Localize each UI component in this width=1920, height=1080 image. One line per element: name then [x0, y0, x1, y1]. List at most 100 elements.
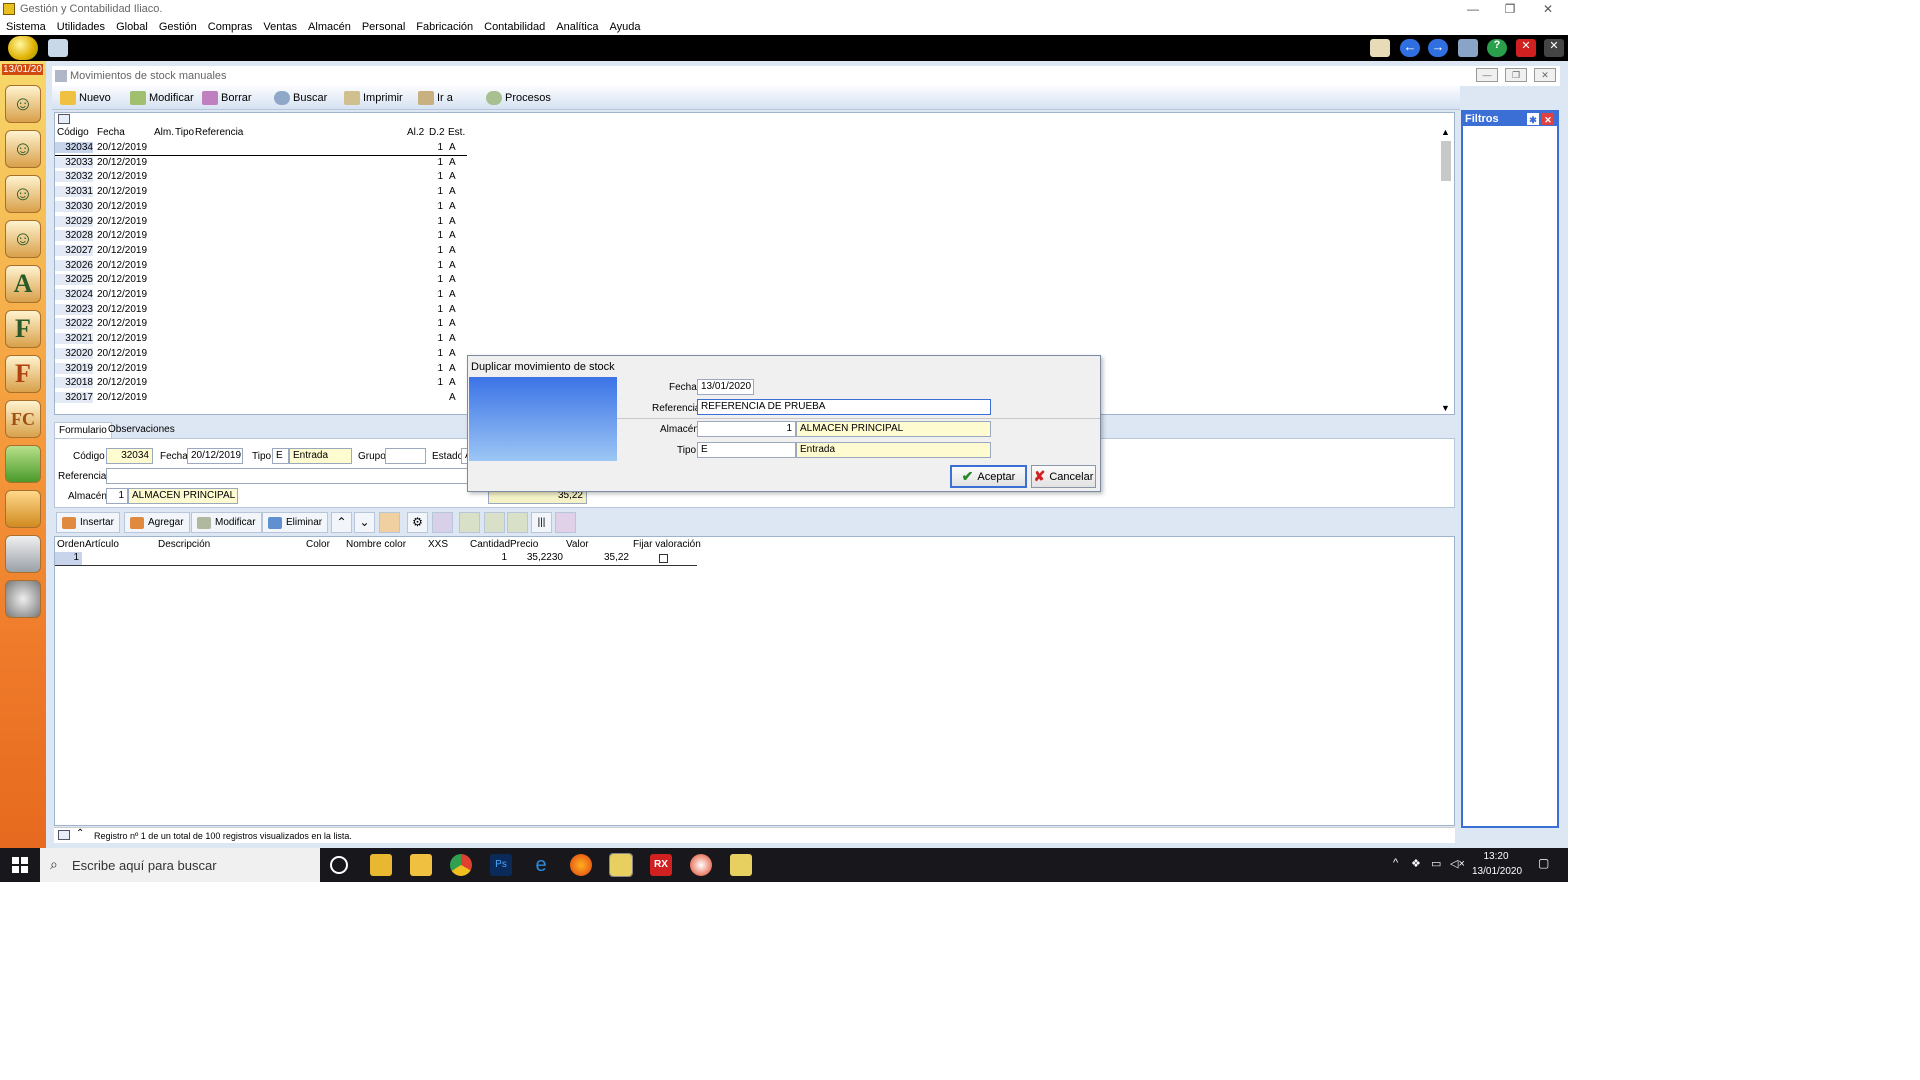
status-config-icon[interactable]	[58, 830, 70, 840]
tool-icon-3[interactable]	[459, 512, 480, 533]
tool-icon-2[interactable]	[432, 512, 453, 533]
menu-ayuda[interactable]: Ayuda	[609, 21, 640, 33]
table-row[interactable]: 32032 20/12/2019 1 A	[55, 170, 467, 185]
edge-icon[interactable]: e	[530, 854, 552, 876]
menu-analitica[interactable]: Analítica	[556, 21, 598, 33]
user-p-icon[interactable]: ☺	[5, 175, 41, 213]
barcode-icon[interactable]: |||	[531, 512, 552, 533]
table-row[interactable]: 32019 20/12/2019 1 A	[55, 362, 467, 377]
modificar-line-button[interactable]: Modificar	[191, 512, 262, 533]
user-icon[interactable]: ☺	[5, 130, 41, 168]
col-fijar-valoracion[interactable]: Fijar valoración	[633, 539, 701, 550]
menu-gestion[interactable]: Gestión	[159, 21, 197, 33]
table-row[interactable]: 32025 20/12/2019 1 A	[55, 273, 467, 288]
table-row[interactable]: 32023 20/12/2019 1 A	[55, 303, 467, 318]
files-icon[interactable]	[410, 854, 432, 876]
disc-icon[interactable]	[5, 580, 41, 618]
menu-utilidades[interactable]: Utilidades	[57, 21, 105, 33]
move-up-icon[interactable]: ⌃	[331, 512, 352, 533]
explorer-icon[interactable]	[370, 854, 392, 876]
move-down-icon[interactable]: ⌄	[354, 512, 375, 533]
close-app-icon[interactable]: ✕	[1516, 39, 1536, 57]
imprimir-button[interactable]: Imprimir	[344, 90, 403, 106]
filters-close-icon[interactable]: ✕	[1542, 113, 1554, 125]
table-row[interactable]: 32022 20/12/2019 1 A	[55, 317, 467, 332]
taskbar-search[interactable]: ⌕ Escribe aquí para buscar	[40, 848, 320, 882]
app3-icon[interactable]	[730, 854, 752, 876]
rx-icon[interactable]: RX	[650, 854, 672, 876]
col-precio[interactable]: Precio	[510, 539, 538, 550]
table-row[interactable]: 32028 20/12/2019 1 A	[55, 229, 467, 244]
fijar-checkbox[interactable]	[659, 554, 668, 563]
grid-config-icon[interactable]	[58, 114, 70, 124]
tool-icon-4[interactable]	[484, 512, 505, 533]
settings-icon[interactable]: ⚙	[407, 512, 428, 533]
volume-icon[interactable]: ◁×	[1450, 857, 1465, 870]
col-al2[interactable]: Al.2	[407, 127, 424, 138]
grid-scrollbar[interactable]: ▲ ▼	[1440, 127, 1452, 413]
borrar-button[interactable]: Borrar	[202, 90, 252, 106]
eliminar-button[interactable]: Eliminar	[262, 512, 329, 533]
col-nombre-color[interactable]: Nombre color	[346, 539, 406, 550]
cancelar-button[interactable]: ✘ Cancelar	[1031, 465, 1096, 488]
ir-a-button[interactable]: Ir a	[418, 90, 453, 106]
back-icon[interactable]: ←	[1400, 39, 1420, 57]
status-up-icon[interactable]: ⌃	[76, 828, 84, 839]
help-icon[interactable]: ?	[1487, 39, 1507, 57]
tray-chevron-icon[interactable]: ^	[1393, 857, 1398, 869]
menu-fabricacion[interactable]: Fabricación	[416, 21, 473, 33]
table-row[interactable]: 32017 20/12/2019 A	[55, 391, 467, 406]
box-orange-icon[interactable]	[5, 490, 41, 528]
app1-icon[interactable]	[609, 853, 633, 877]
col-articulo[interactable]: Artículo	[85, 539, 119, 550]
firefox-icon[interactable]	[570, 854, 592, 876]
table-row[interactable]: 32024 20/12/2019 1 A	[55, 288, 467, 303]
table-row[interactable]: 32031 20/12/2019 1 A	[55, 185, 467, 200]
col-alm[interactable]: Alm.	[154, 127, 174, 138]
app-launcher-icon[interactable]	[48, 39, 68, 57]
procesos-button[interactable]: Procesos	[486, 90, 551, 106]
pin-icon[interactable]: ✱	[1527, 113, 1539, 125]
tab-observaciones[interactable]: Observaciones	[104, 422, 179, 438]
exit-icon[interactable]: ✕	[1544, 39, 1564, 57]
table-row[interactable]: 32027 20/12/2019 1 A	[55, 244, 467, 259]
menu-ventas[interactable]: Ventas	[263, 21, 297, 33]
child-minimize-icon[interactable]: —	[1476, 68, 1498, 82]
table-row[interactable]: 32029 20/12/2019 1 A	[55, 215, 467, 230]
nuevo-button[interactable]: Nuevo	[60, 90, 111, 106]
child-restore-icon[interactable]: ❐	[1505, 68, 1527, 82]
table-row[interactable]: 32033 20/12/2019 1 A	[55, 156, 467, 171]
tool-icon-1[interactable]	[379, 512, 400, 533]
table-row[interactable]: 32034 20/12/2019 1 A	[55, 141, 467, 156]
table-row[interactable]: 1 1 35,2230 35,22	[55, 552, 697, 566]
list-icon[interactable]	[5, 535, 41, 573]
table-row[interactable]: 32018 20/12/2019 1 A	[55, 376, 467, 391]
dialog-fecha-field[interactable]: 13/01/2020	[697, 379, 754, 395]
windows-icon[interactable]	[1458, 39, 1478, 57]
lines-grid[interactable]: Orden Artículo Descripción Color Nombre …	[54, 536, 1455, 826]
col-tipo[interactable]: Tipo	[175, 127, 194, 138]
clock-time[interactable]: 13:20	[1472, 851, 1520, 862]
f-orange-icon[interactable]: F	[5, 355, 41, 393]
a-icon[interactable]: A	[5, 265, 41, 303]
start-icon[interactable]	[12, 857, 28, 873]
referencia-field[interactable]	[106, 468, 468, 484]
menu-compras[interactable]: Compras	[208, 21, 253, 33]
box-green-icon[interactable]	[5, 445, 41, 483]
almacen-code-field[interactable]: 1	[106, 488, 128, 504]
tipo-code-field[interactable]: E	[272, 448, 289, 464]
dialog-almacen-code-field[interactable]: 1	[697, 421, 796, 437]
insertar-button[interactable]: Insertar	[56, 512, 120, 533]
scroll-up-icon[interactable]: ▲	[1441, 127, 1450, 137]
modificar-button[interactable]: Modificar	[130, 90, 194, 106]
aceptar-button[interactable]: ✔ Aceptar	[950, 465, 1027, 488]
col-cantidad[interactable]: Cantidad	[470, 539, 510, 550]
tool-icon-5[interactable]	[507, 512, 528, 533]
col-valor[interactable]: Valor	[566, 539, 589, 550]
fecha-field[interactable]: 20/12/2019	[187, 448, 243, 464]
menu-personal[interactable]: Personal	[362, 21, 405, 33]
col-est[interactable]: Est.	[448, 127, 465, 138]
minimize-icon[interactable]: —	[1455, 0, 1491, 18]
fc-icon[interactable]: FC	[5, 400, 41, 438]
app2-icon[interactable]	[690, 854, 712, 876]
